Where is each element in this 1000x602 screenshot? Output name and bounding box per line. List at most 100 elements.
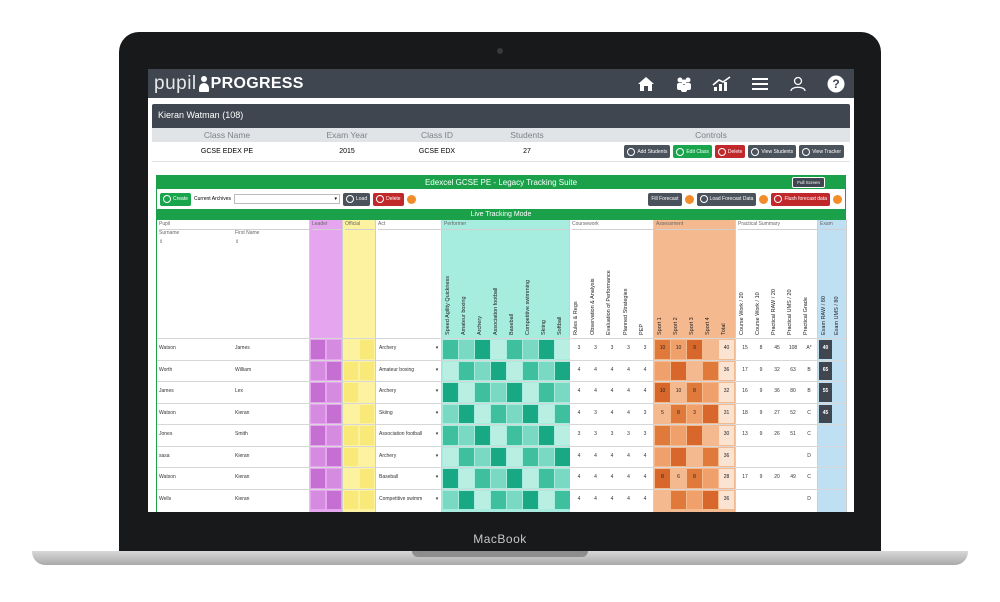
coursework-cell[interactable]: 4 <box>571 489 587 509</box>
delete-archive-button[interactable]: Delete <box>373 192 404 206</box>
performer-cell[interactable] <box>491 340 506 359</box>
activity-select[interactable]: Archery <box>379 338 434 358</box>
leader-cell[interactable] <box>311 447 325 466</box>
performer-cell[interactable] <box>459 383 474 402</box>
activity-chevron-icon[interactable]: ▾ <box>434 467 440 487</box>
assessment-cell[interactable]: 8 <box>655 467 670 487</box>
practical-cell[interactable]: 18 <box>737 403 753 423</box>
performer-cell[interactable] <box>555 361 570 380</box>
leader-cell[interactable] <box>327 404 341 423</box>
practical-cell[interactable]: 17 <box>737 467 753 487</box>
official-cell[interactable] <box>360 340 374 359</box>
coursework-cell[interactable]: 4 <box>604 403 620 423</box>
official-cell[interactable] <box>344 404 358 423</box>
practical-cell[interactable]: 20 <box>769 467 785 487</box>
assessment-cell[interactable]: 8 <box>687 381 702 401</box>
performer-cell[interactable] <box>507 361 522 380</box>
practical-cell[interactable]: 8 <box>753 338 769 358</box>
student-first-name[interactable]: Kieran <box>235 489 305 509</box>
leader-cell[interactable] <box>311 361 325 380</box>
coursework-cell[interactable]: 4 <box>604 381 620 401</box>
coursework-cell[interactable]: 4 <box>637 489 653 509</box>
exam-cell[interactable]: 65 <box>819 360 832 380</box>
performer-cell[interactable] <box>539 383 554 402</box>
home-icon[interactable] <box>634 72 658 96</box>
coursework-cell[interactable]: 4 <box>604 467 620 487</box>
coursework-cell[interactable]: 3 <box>588 403 604 423</box>
official-cell[interactable] <box>344 469 358 488</box>
performer-cell[interactable] <box>475 383 490 402</box>
leader-cell[interactable] <box>311 490 325 509</box>
official-cell[interactable] <box>360 447 374 466</box>
official-cell[interactable] <box>360 383 374 402</box>
performer-cell[interactable] <box>555 447 570 466</box>
performer-cell[interactable] <box>491 361 506 380</box>
coursework-cell[interactable]: 4 <box>571 360 587 380</box>
practical-cell[interactable]: 32 <box>769 360 785 380</box>
performer-cell[interactable] <box>459 469 474 488</box>
performer-cell[interactable] <box>443 361 458 380</box>
performer-cell[interactable] <box>491 469 506 488</box>
performer-cell[interactable] <box>475 426 490 445</box>
student-first-name[interactable]: Kieran <box>235 467 305 487</box>
coursework-cell[interactable]: 3 <box>637 338 653 358</box>
coursework-cell[interactable]: 4 <box>588 467 604 487</box>
assessment-cell[interactable]: 10 <box>655 381 670 401</box>
coursework-cell[interactable]: 3 <box>604 338 620 358</box>
coursework-cell[interactable]: 4 <box>571 467 587 487</box>
coursework-cell[interactable]: 4 <box>621 467 637 487</box>
activity-select[interactable]: Archery <box>379 381 434 401</box>
assessment-cell[interactable]: 28 <box>719 467 734 487</box>
performer-cell[interactable] <box>491 426 506 445</box>
load-forecast-button[interactable]: Load Forecast Data <box>696 192 757 206</box>
leader-cell[interactable] <box>311 404 325 423</box>
student-surname[interactable]: Watson <box>159 403 229 423</box>
assessment-cell[interactable]: 5 <box>655 403 670 423</box>
performer-cell[interactable] <box>539 340 554 359</box>
performer-cell[interactable] <box>459 361 474 380</box>
performer-cell[interactable] <box>443 404 458 423</box>
activity-select[interactable]: Baseball <box>379 467 434 487</box>
performer-cell[interactable] <box>459 340 474 359</box>
practical-cell[interactable]: 15 <box>737 338 753 358</box>
assessment-cell[interactable]: 3 <box>687 403 702 423</box>
official-cell[interactable] <box>344 490 358 509</box>
student-surname[interactable]: sasa <box>159 446 229 466</box>
practical-cell[interactable]: 9 <box>753 424 769 444</box>
performer-cell[interactable] <box>523 469 538 488</box>
student-first-name[interactable]: Kieran <box>235 403 305 423</box>
app-logo[interactable]: pupil PROGRESS <box>154 69 304 98</box>
practical-cell[interactable]: A* <box>801 338 817 358</box>
practical-cell[interactable]: C <box>801 467 817 487</box>
practical-cell[interactable]: C <box>801 424 817 444</box>
assessment-cell[interactable]: 10 <box>671 338 686 358</box>
coursework-cell[interactable]: 4 <box>621 403 637 423</box>
performer-cell[interactable] <box>507 490 522 509</box>
practical-cell[interactable]: 51 <box>785 424 801 444</box>
view-tracker-button[interactable]: View Tracker <box>799 145 844 158</box>
performer-cell[interactable] <box>443 447 458 466</box>
coursework-cell[interactable]: 4 <box>637 467 653 487</box>
assessment-cell[interactable]: 10 <box>655 338 670 358</box>
performer-cell[interactable] <box>555 469 570 488</box>
student-first-name[interactable]: Lex <box>235 381 305 401</box>
coursework-cell[interactable]: 4 <box>621 446 637 466</box>
performer-cell[interactable] <box>475 469 490 488</box>
student-surname[interactable]: Worth <box>159 360 229 380</box>
leader-cell[interactable] <box>327 383 341 402</box>
activity-chevron-icon[interactable]: ▾ <box>434 381 440 401</box>
load-button[interactable]: Load <box>342 192 371 206</box>
performer-cell[interactable] <box>555 426 570 445</box>
practical-cell[interactable]: 9 <box>753 403 769 423</box>
performer-cell[interactable] <box>507 383 522 402</box>
official-cell[interactable] <box>344 447 358 466</box>
fill-forecast-button[interactable]: Fill Forecast <box>648 192 682 206</box>
student-first-name[interactable]: James <box>235 338 305 358</box>
practical-cell[interactable]: 45 <box>769 338 785 358</box>
practical-cell[interactable]: D <box>801 489 817 509</box>
student-surname[interactable]: Watson <box>159 338 229 358</box>
coursework-cell[interactable]: 3 <box>621 338 637 358</box>
leader-cell[interactable] <box>311 383 325 402</box>
flush-forecast-button[interactable]: Flush forecast data <box>771 192 830 206</box>
leader-cell[interactable] <box>327 340 341 359</box>
